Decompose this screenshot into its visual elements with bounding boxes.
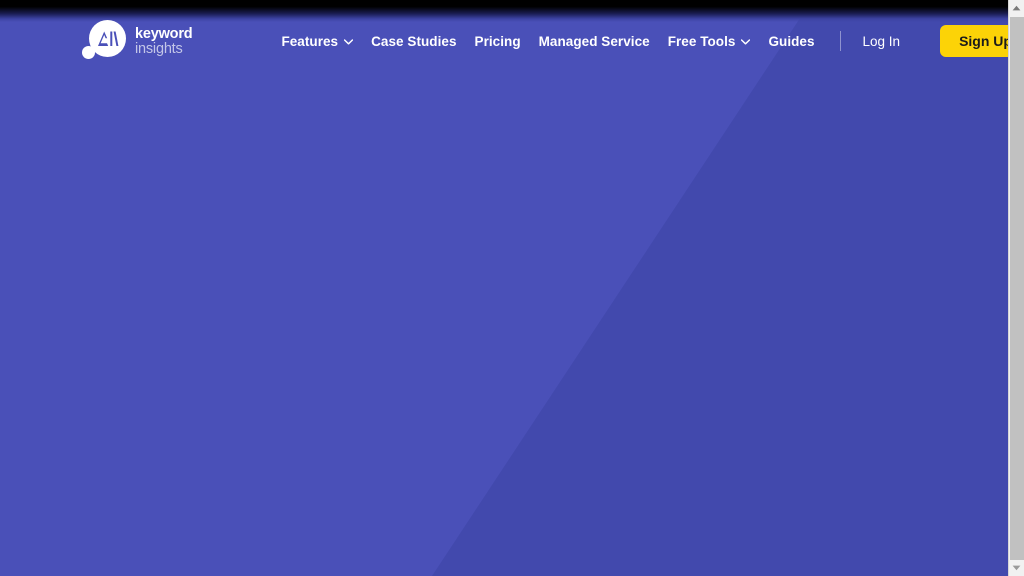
scroll-thumb[interactable] [1010,17,1024,572]
browser-viewport: keyword insights Features Case Studies P… [0,0,1024,576]
hero-diagonal-wedge [432,0,1008,576]
nav-label: Free Tools [667,33,736,49]
nav-label: Case Studies [371,33,457,49]
nav-item-case-studies[interactable]: Case Studies [362,28,465,55]
nav-divider [839,31,841,51]
scroll-down-button[interactable] [1009,560,1024,576]
nav-label: Features [281,33,339,49]
scroll-up-button[interactable] [1009,0,1024,16]
logo-mark [82,19,126,63]
nav-item-pricing[interactable]: Pricing [466,28,530,55]
signup-button[interactable]: Sign Up [940,25,1008,57]
site-header: keyword insights Features Case Studies P… [0,8,1008,74]
primary-navigation: Features Case Studies Pricing Managed Se… [272,25,1008,57]
brand-logo[interactable]: keyword insights [82,19,193,63]
nav-item-free-tools[interactable]: Free Tools [659,28,760,55]
brand-name-line1: keyword [135,25,193,42]
brand-wordmark: keyword insights [135,25,193,57]
nav-item-features[interactable]: Features [272,28,362,55]
nav-item-guides[interactable]: Guides [759,28,823,55]
brand-name-line2: insights [135,40,183,57]
nav-item-managed-service[interactable]: Managed Service [530,28,659,55]
vertical-scrollbar[interactable] [1008,0,1024,576]
chevron-down-icon [741,38,751,45]
scroll-down-arrow-icon [1012,565,1021,571]
nav-label: Guides [768,33,815,49]
chevron-down-icon [344,38,354,45]
login-link[interactable]: Log In [855,28,909,55]
brand-dot-icon [82,46,95,59]
scroll-up-arrow-icon [1012,5,1021,11]
nav-label: Pricing [474,33,521,49]
page-canvas: keyword insights Features Case Studies P… [0,0,1008,576]
nav-label: Managed Service [538,33,650,49]
